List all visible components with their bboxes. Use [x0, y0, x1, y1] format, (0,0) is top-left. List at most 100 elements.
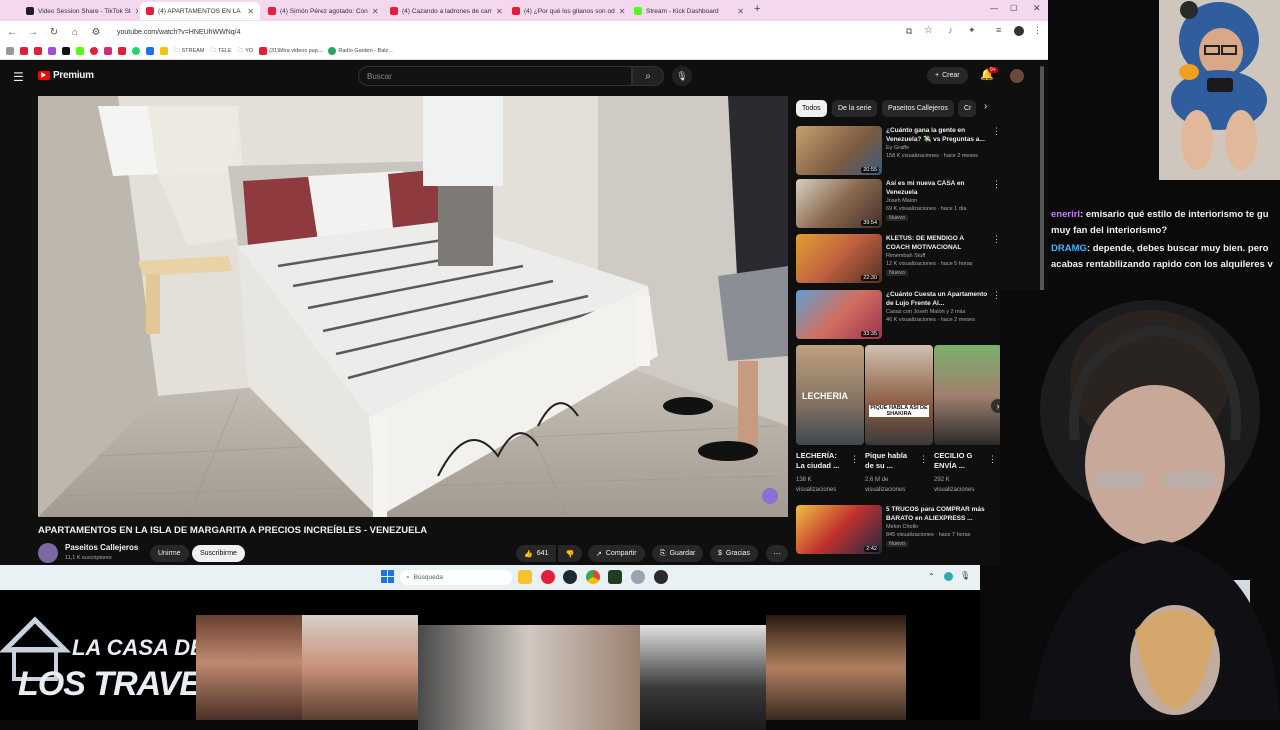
account-avatar[interactable]: [1010, 69, 1024, 83]
menu-list-icon[interactable]: ≡: [996, 25, 1001, 35]
chip-de-la-serie[interactable]: De la serie: [832, 100, 878, 117]
chevron-up-icon[interactable]: ⌃: [928, 572, 935, 581]
chip-creator[interactable]: Cr: [958, 100, 976, 117]
close-icon[interactable]: ✕: [496, 7, 503, 16]
mic-tray-icon[interactable]: 🎙: [960, 571, 970, 580]
tray-app-icon[interactable]: [944, 572, 953, 581]
recommendation-item[interactable]: 33:35 ¿Cuánto Cuesta un Apartamento de L…: [796, 290, 1001, 340]
close-icon[interactable]: ✕: [737, 7, 744, 16]
obs-icon[interactable]: [654, 570, 668, 584]
new-tab-button[interactable]: +: [754, 3, 760, 15]
search-input[interactable]: Buscar: [358, 66, 632, 86]
search-icon[interactable]: ⌕: [632, 66, 664, 86]
recommendation-item[interactable]: 20:55 ¿Cuánto gana la gente en Venezuela…: [796, 126, 1001, 176]
recommendation-item[interactable]: 2:42 5 TRUCOS para COMPRAR más BARATO en…: [796, 505, 1001, 555]
bookmark-icon[interactable]: [20, 47, 28, 55]
recommendation-item[interactable]: 39:54 Así es mi nueva CASA en Venezuela …: [796, 179, 1001, 229]
channel-watermark-icon[interactable]: [762, 488, 778, 504]
tab-video-3[interactable]: (4) Cazando a ladrones de carr ✕: [384, 2, 504, 20]
join-button[interactable]: Unirme: [150, 545, 189, 562]
chevron-right-icon[interactable]: ›: [984, 101, 987, 112]
taskbar-search[interactable]: ⌕ Búsqueda: [400, 570, 512, 585]
like-button[interactable]: 👍 641: [516, 545, 557, 562]
extensions-icon[interactable]: ✦: [968, 25, 976, 36]
channel-avatar[interactable]: [38, 543, 58, 563]
bookmark-folder-tele[interactable]: 🗀 TELE: [210, 47, 231, 56]
hamburger-menu-icon[interactable]: ☰: [13, 70, 24, 84]
close-icon[interactable]: ✕: [247, 7, 254, 16]
bookmark-icon[interactable]: [160, 47, 168, 55]
chip-paseitos[interactable]: Paseitos Callejeros: [882, 100, 954, 117]
more-vert-icon[interactable]: ⋮: [992, 234, 1001, 245]
star-icon[interactable]: ☆: [924, 25, 933, 36]
profile-avatar[interactable]: [1014, 26, 1024, 36]
back-icon[interactable]: ←: [6, 27, 18, 38]
subscribe-button[interactable]: Suscribirme: [192, 545, 245, 562]
audio-icon[interactable]: ♪: [948, 25, 953, 35]
tab-video-2[interactable]: (4) Simón Pérez agotado: Con ✕: [262, 2, 382, 20]
more-icon[interactable]: ⋮: [1033, 25, 1042, 36]
windows-start-icon[interactable]: [381, 570, 394, 583]
pinterest-icon[interactable]: [90, 47, 98, 55]
tab-active-video[interactable]: (4) APARTAMENTOS EN LA ✕: [140, 2, 260, 20]
chrome-icon[interactable]: [586, 570, 600, 584]
bookmark-icon[interactable]: [118, 47, 126, 55]
file-explorer-icon[interactable]: [518, 570, 532, 584]
microphone-icon[interactable]: 🎙: [672, 66, 692, 86]
more-vert-icon[interactable]: ⋮: [988, 454, 997, 465]
minimize-button[interactable]: —: [990, 4, 998, 13]
window-close-button[interactable]: ✕: [1033, 3, 1041, 14]
close-icon[interactable]: ✕: [372, 7, 379, 16]
chat-username[interactable]: DRAMG: [1051, 243, 1087, 254]
short-title[interactable]: LECHERÍA: La ciudad ...: [796, 451, 846, 471]
whatsapp-icon[interactable]: [132, 47, 140, 55]
premium-logo-text[interactable]: Premium: [53, 70, 94, 81]
more-vert-icon[interactable]: ⋮: [919, 454, 928, 465]
chip-todos[interactable]: Todos: [796, 100, 827, 117]
short-thumbnail[interactable]: LECHERIA: [796, 345, 864, 445]
page-scrollbar[interactable]: [1040, 66, 1044, 296]
tab-video-4[interactable]: (4) ¿Por qué los gitanos son od ✕: [506, 2, 626, 20]
forward-icon[interactable]: →: [27, 27, 39, 38]
dislike-button[interactable]: 👎: [558, 545, 582, 562]
bookmark-icon[interactable]: [146, 47, 154, 55]
close-icon[interactable]: ✕: [619, 7, 626, 16]
bookmark-folder-yo[interactable]: 🗀 YO: [238, 47, 253, 56]
recommendation-item[interactable]: 22:30 KLETUS: DE MENDIGO A COACH MOTIVAC…: [796, 234, 1001, 284]
install-icon[interactable]: ⧉: [906, 26, 912, 37]
short-thumbnail[interactable]: PIQUE HABLA ASÍ DE SHAKIRA: [865, 345, 933, 445]
more-actions-button[interactable]: ⋯: [766, 545, 788, 562]
chat-username[interactable]: enerirl: [1051, 209, 1080, 220]
instagram-icon[interactable]: [104, 47, 112, 55]
settings-icon[interactable]: [631, 570, 645, 584]
x-icon[interactable]: [62, 47, 70, 55]
kick-icon[interactable]: [76, 47, 84, 55]
channel-name[interactable]: Paseitos Callejeros: [65, 543, 138, 552]
home-icon[interactable]: ⌂: [69, 27, 81, 38]
short-title[interactable]: CECILIO G ENVÍA ...: [934, 451, 984, 471]
kick-app-icon[interactable]: [608, 570, 622, 584]
site-info-icon[interactable]: ⚙: [90, 27, 102, 38]
apps-icon[interactable]: [6, 47, 14, 55]
bookmark-radio-garden[interactable]: Radio Garden - Balz...: [328, 47, 393, 55]
tab-kick[interactable]: Stream - Kick Dashboard ✕: [628, 2, 750, 20]
thanks-button[interactable]: $ Gracias: [710, 545, 759, 562]
bookmark-folder-stream[interactable]: 🗀 STREAM: [174, 47, 204, 56]
more-vert-icon[interactable]: ⋮: [992, 179, 1001, 190]
create-button[interactable]: + Crear: [927, 67, 968, 84]
youtube-icon[interactable]: [34, 47, 42, 55]
more-vert-icon[interactable]: ⋮: [992, 126, 1001, 137]
steam-icon[interactable]: [563, 570, 577, 584]
close-icon[interactable]: ✕: [135, 7, 138, 16]
restore-button[interactable]: ▢: [1010, 3, 1018, 12]
reload-icon[interactable]: ↻: [48, 27, 60, 38]
share-button[interactable]: ↗ Compartir: [588, 545, 645, 562]
video-player[interactable]: [38, 96, 788, 517]
save-button[interactable]: ⎘ Guardar: [652, 545, 704, 562]
short-title[interactable]: Pique habla de su ...: [865, 451, 915, 471]
opera-icon[interactable]: [541, 570, 555, 584]
more-vert-icon[interactable]: ⋮: [850, 454, 859, 465]
url-field[interactable]: youtube.com/watch?v=HNEUhWWNq/4: [117, 29, 241, 36]
twitch-icon[interactable]: [48, 47, 56, 55]
tab-tiktok[interactable]: Video Session Share - TikTok St ✕: [20, 2, 138, 20]
